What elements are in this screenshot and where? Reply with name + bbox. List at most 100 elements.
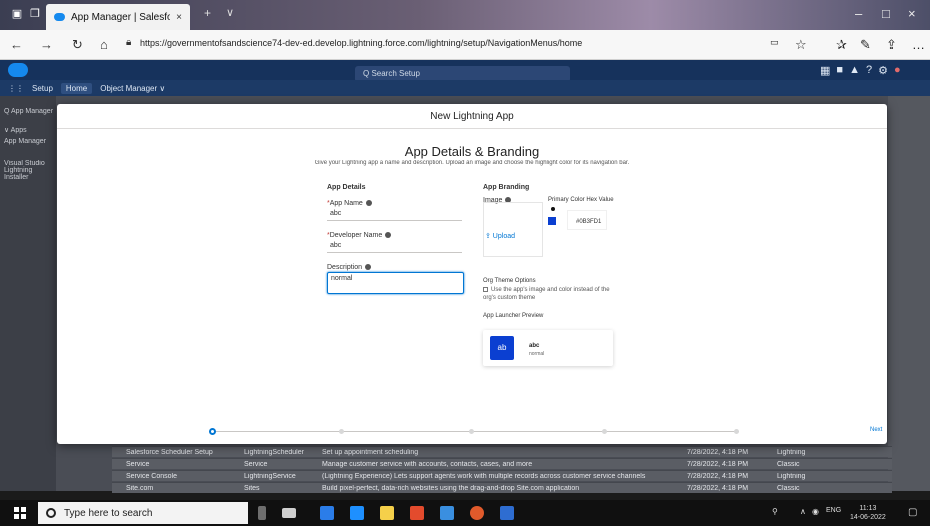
developer-name-label: *Developer Name bbox=[327, 232, 392, 239]
progress-bar-track bbox=[209, 431, 739, 432]
store-icon[interactable] bbox=[380, 506, 394, 520]
chrome-icon[interactable] bbox=[470, 506, 484, 520]
reader-icon[interactable]: ▭ bbox=[770, 37, 779, 48]
share-icon[interactable]: ⇪ bbox=[886, 37, 897, 53]
new-lightning-app-modal: New Lightning App App Details & Branding… bbox=[57, 104, 887, 444]
upload-button[interactable]: ⇪ Upload bbox=[485, 232, 515, 240]
table-row[interactable]: Service Service Manage customer service … bbox=[112, 458, 892, 469]
taskbar-clock[interactable]: 11:13 14-06-2022 bbox=[850, 504, 886, 522]
taskbar-search-input[interactable]: Type here to search bbox=[38, 502, 248, 524]
edge-browser-icon[interactable] bbox=[350, 506, 364, 520]
task-view-icon[interactable] bbox=[282, 508, 296, 518]
star-icon[interactable]: ☆ bbox=[795, 37, 807, 53]
developer-name-input[interactable]: abc bbox=[327, 240, 462, 253]
refresh-icon[interactable]: ↻ bbox=[72, 37, 83, 53]
table-row[interactable]: Service Console LightningService (Lightn… bbox=[112, 470, 892, 481]
tray-chevron-icon[interactable]: ∧ bbox=[800, 507, 806, 516]
close-window-icon[interactable]: × bbox=[908, 6, 916, 21]
app-branding-heading: App Branding bbox=[483, 184, 530, 191]
avatar[interactable]: ● bbox=[894, 64, 901, 77]
image-drop-zone[interactable] bbox=[483, 202, 543, 257]
app-icon-blue[interactable] bbox=[500, 506, 514, 520]
back-icon[interactable]: ← bbox=[10, 37, 23, 52]
color-swatch[interactable] bbox=[548, 217, 556, 225]
grid-icon[interactable]: ▦ bbox=[820, 64, 830, 77]
salesforce-logo-icon bbox=[8, 63, 28, 77]
cortana-icon bbox=[46, 508, 56, 518]
gear-icon[interactable]: ⚙ bbox=[878, 64, 888, 77]
maximize-icon[interactable]: □ bbox=[882, 6, 890, 21]
setup-sidebar: Q App Manager ∨ Apps App Manager Visual … bbox=[0, 96, 56, 491]
mail-icon[interactable] bbox=[320, 506, 334, 520]
windows-start-icon[interactable] bbox=[14, 507, 26, 519]
info-icon bbox=[385, 232, 392, 239]
description-textarea[interactable]: normal bbox=[327, 272, 464, 294]
info-icon bbox=[365, 200, 372, 207]
tab-actions-icon[interactable]: ❐ bbox=[28, 8, 42, 21]
org-theme-checkbox-row[interactable]: Use the app's image and color instead of… bbox=[483, 286, 623, 302]
sidebar-quick-find[interactable]: Q App Manager bbox=[4, 108, 54, 115]
next-button[interactable]: Next bbox=[870, 427, 882, 433]
app-launcher-icon[interactable]: ⋮⋮ bbox=[8, 84, 24, 93]
microphone-icon[interactable] bbox=[258, 506, 266, 520]
table-row[interactable]: Salesforce Scheduler Setup LightningSche… bbox=[112, 446, 892, 457]
preview-app-name: abc bbox=[529, 343, 540, 349]
network-icon[interactable]: ◉ bbox=[812, 507, 819, 516]
tab-home[interactable]: Home bbox=[60, 82, 93, 94]
bell-icon[interactable]: ▲ bbox=[849, 64, 860, 77]
tab-object-manager[interactable]: Object Manager ∨ bbox=[100, 84, 165, 93]
minimize-icon[interactable]: – bbox=[855, 6, 862, 21]
app-icon-red[interactable] bbox=[410, 506, 424, 520]
required-dot-icon bbox=[551, 207, 555, 211]
add-icon[interactable]: ■ bbox=[836, 64, 843, 77]
notification-icon[interactable]: ▢ bbox=[908, 507, 917, 518]
app-name-label: *App Name bbox=[327, 200, 372, 207]
progress-step bbox=[602, 429, 607, 434]
preview-label: App Launcher Preview bbox=[483, 313, 544, 319]
browser-tab-bar: ▣ ❐ App Manager | Salesfor × + ∨ – □ × bbox=[0, 0, 930, 30]
org-theme-checkbox[interactable] bbox=[483, 286, 488, 292]
info-icon bbox=[365, 264, 372, 271]
sidebar-item-app-manager[interactable]: App Manager bbox=[4, 138, 54, 145]
lock-icon: 🔒︎ bbox=[126, 37, 132, 48]
tab-title: App Manager | Salesfor bbox=[71, 11, 171, 23]
app-details-heading: App Details bbox=[327, 184, 366, 191]
file-explorer-icon[interactable] bbox=[440, 506, 454, 520]
sidebar-item-vs-installer[interactable]: Visual Studio Lightning Installer bbox=[4, 160, 54, 181]
modal-header: New Lightning App bbox=[57, 104, 887, 129]
progress-step bbox=[469, 429, 474, 434]
browser-menu-icon[interactable]: ▣ bbox=[10, 8, 24, 21]
color-hex-value: #0B3FD1 bbox=[576, 219, 602, 225]
preview-app-tile: ab bbox=[490, 336, 514, 360]
favorites-icon[interactable]: ✰ bbox=[836, 37, 847, 53]
browser-tab-app-manager[interactable]: App Manager | Salesfor × bbox=[46, 4, 190, 30]
url-field[interactable]: https://governmentofsandscience74-dev-ed… bbox=[140, 38, 630, 52]
tab-close-icon[interactable]: × bbox=[176, 12, 182, 23]
progress-step bbox=[339, 429, 344, 434]
description-label: Description bbox=[327, 264, 372, 271]
step-title: App Details & Branding bbox=[404, 144, 540, 159]
setup-nav-bar: ⋮⋮ Setup Home Object Manager ∨ bbox=[0, 80, 930, 96]
language-indicator[interactable]: ENG bbox=[826, 507, 841, 514]
more-icon[interactable]: … bbox=[912, 37, 925, 52]
forward-icon[interactable]: → bbox=[40, 37, 53, 52]
sidebar-item-apps[interactable]: ∨ Apps bbox=[4, 126, 54, 134]
new-tab-icon[interactable]: + bbox=[204, 6, 211, 20]
table-row[interactable]: Site.com Sites Build pixel-perfect, data… bbox=[112, 482, 892, 493]
windows-taskbar: Type here to search ⚲ ∧ ◉ ENG 11:13 14-0… bbox=[0, 500, 930, 526]
people-icon[interactable]: ⚲ bbox=[772, 507, 778, 516]
home-icon[interactable]: ⌂ bbox=[100, 37, 108, 52]
step-description: Give your Lightning app a name and descr… bbox=[314, 160, 630, 166]
preview-app-description: normal bbox=[529, 351, 545, 357]
salesforce-favicon-icon bbox=[54, 13, 65, 21]
tab-list-chevron-icon[interactable]: ∨ bbox=[226, 6, 234, 19]
setup-label: Setup bbox=[32, 83, 53, 93]
pen-icon[interactable]: ✎ bbox=[860, 37, 871, 53]
header-utility-icons: ▦ ■ ▲ ? ⚙ ● bbox=[820, 64, 901, 77]
help-icon[interactable]: ? bbox=[866, 64, 872, 77]
background-right-column bbox=[888, 96, 930, 491]
org-theme-label: Org Theme Options bbox=[483, 278, 536, 284]
primary-color-label: Primary Color Hex Value bbox=[548, 197, 614, 203]
address-bar: ← → ↻ ⌂ 🔒︎ https://governmentofsandscien… bbox=[0, 30, 930, 60]
app-name-input[interactable]: abc bbox=[327, 208, 462, 221]
